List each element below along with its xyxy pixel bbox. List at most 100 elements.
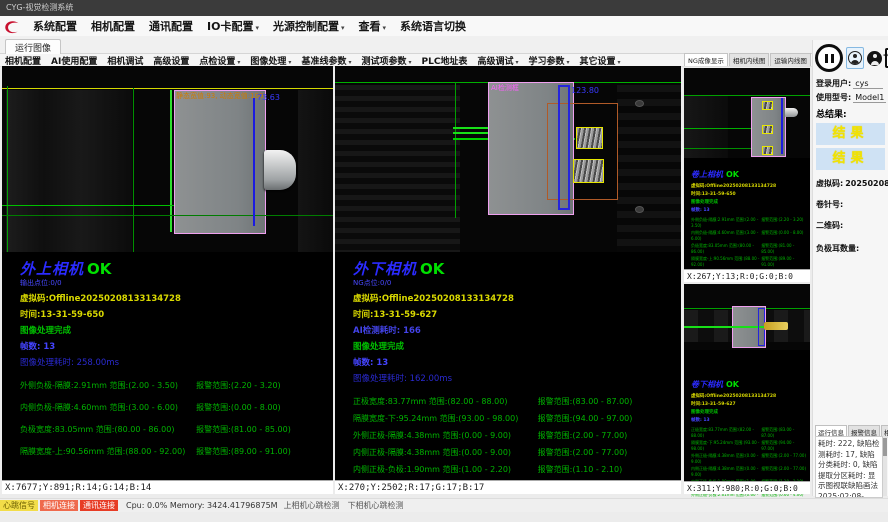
camera-result-text-middle: 外下相机OK NG点位:0/0 虚拟码:Offline2025020813313… <box>353 258 677 498</box>
measurement-rows: 正极宽度:83.77mm 范围:(82.00 - 88.00)报警范围:(83.… <box>353 396 677 492</box>
camera-image-mini-top[interactable] <box>684 68 810 158</box>
log-scrollbar-thumb[interactable] <box>883 438 887 456</box>
log-body[interactable]: 耗时: 222, 缺陷检测耗时: 17, 缺陷分类耗时: 0, 缺陷提取分区耗时… <box>815 436 883 498</box>
camera-image-middle[interactable]: AI检测框 123.80 <box>335 66 681 252</box>
camera-view-mini-top: 卷上相机OK 虚拟码:Offline20250208133134728 时间:1… <box>684 68 810 282</box>
app-window: CYG-视觉检测系统 系统配置相机配置通讯配置IO卡配置▾光源控制配置▾查看▾系… <box>0 0 888 522</box>
measurement-row: 内侧正极-隔膜:4.38mm 范围:(0.00 - 9.00)报警范围:(2.0… <box>691 466 808 477</box>
toolbar-item[interactable]: 其它设置▾ <box>575 54 626 67</box>
virtual-code-label: 虚拟码: <box>816 179 843 188</box>
alarm-range: 报警范围:(83.00 - 87.00) <box>761 427 808 438</box>
processing-done-label: 图像处理完成 <box>691 199 808 205</box>
menu-items: 系统配置相机配置通讯配置IO卡配置▾光源控制配置▾查看▾系统语言切换 <box>26 18 473 34</box>
measurement-value: 内侧正极-负极:1.90mm 范围:(1.00 - 2.20) <box>353 464 538 475</box>
heartbeat-label: 下相机心跳检测 <box>348 500 404 511</box>
virtual-code-label: 虚拟码:Offline20250208133134728 <box>353 292 677 304</box>
model-value[interactable]: Model1 <box>853 93 886 103</box>
electrode-tab-object <box>785 108 798 117</box>
toolbar-item[interactable]: PLC地址表 <box>417 54 473 67</box>
user-profile-button[interactable] <box>846 47 864 69</box>
toolbar-item[interactable]: 高级设置 <box>148 54 194 67</box>
menu-item[interactable]: 光源控制配置▾ <box>266 18 352 34</box>
machine-panel <box>6 90 132 252</box>
frame-count-label: 帧数: 13 <box>691 417 808 423</box>
toolbar-item[interactable]: 点检设置▾ <box>194 54 245 67</box>
measurement-value: 隔膜宽度-下:95.24mm 范围:(93.00 - 98.00) <box>353 413 538 424</box>
heartbeat-labels: 上相机心跳检测下相机心跳检测 <box>284 500 412 511</box>
mini-top-text: 卷上相机OK 虚拟码:Offline20250208133134728 时间:1… <box>691 162 808 269</box>
right-control-panel: 登录用户:cys 使用型号:Model1 总结果: 结果 结果 虚拟码:2025… <box>812 40 888 496</box>
measurement-row: 外侧正极-隔膜:4.38mm 范围:(0.00 - 9.00)报警范围:(2.0… <box>353 430 677 441</box>
toolbar-item[interactable]: 测试项参数▾ <box>356 54 416 67</box>
camera-title: 外上相机 <box>20 260 84 278</box>
menu-item[interactable]: 通讯配置 <box>142 18 200 34</box>
measure-green-line <box>2 205 174 206</box>
menu-item[interactable]: 系统配置 <box>26 18 84 34</box>
measure-green-line <box>2 215 333 216</box>
measurement-row: 内侧负极-隔膜:4.60mm 范围:(3.00 - 6.00)报警范围:(0.0… <box>20 402 329 413</box>
frame-count-label: 帧数: 13 <box>353 356 677 368</box>
qr-field: 二维码: <box>816 220 886 231</box>
log-scrollbar[interactable] <box>883 436 887 496</box>
virtual-code-label: 虚拟码:Offline20250208133134728 <box>691 183 808 189</box>
camera-image-left[interactable]: 静态宽值:93, 动态宽值:100 73.63 <box>2 66 333 252</box>
measurement-row: 正极宽度:83.77mm 范围:(82.00 - 88.00)报警范围:(83.… <box>353 396 677 407</box>
camera-title: 卷上相机 <box>691 170 723 179</box>
toolbar-item[interactable]: 相机调试 <box>102 54 148 67</box>
menu-item[interactable]: 相机配置 <box>84 18 142 34</box>
time-label: 时间:13-31-59-650 <box>691 191 808 197</box>
mini-view-tab[interactable]: 相机内线图 <box>729 53 770 66</box>
camera-image-mini-bottom[interactable] <box>684 284 810 350</box>
alarm-range: 报警范围:(2.00 - 77.00) <box>761 453 808 464</box>
toolbar-item[interactable]: 图像处理▾ <box>245 54 296 67</box>
alarm-range: 报警范围:(2.00 - 77.00) <box>538 430 677 441</box>
electrode-detect-box <box>762 101 773 110</box>
baseline-yellow-line <box>2 88 333 89</box>
toolbar-item[interactable]: 相机配置 <box>0 54 46 67</box>
alarm-range: 报警范围:(89.00 - 91.00) <box>761 256 808 267</box>
measurement-rows: 外侧负极-隔膜:2.91mm 范围:(2.00 - 3.50)报警范围:(2.2… <box>20 380 329 457</box>
toolbar-item[interactable]: 基准线参数▾ <box>296 54 356 67</box>
dropdown-arrow-icon: ▾ <box>618 59 621 66</box>
mini-view-tab[interactable]: NG成像显示 <box>684 53 728 66</box>
machine-panel <box>335 85 460 252</box>
pause-button[interactable] <box>815 44 843 72</box>
menu-item[interactable]: 查看▾ <box>351 18 393 34</box>
width-value-label: 静态宽值:93, 动态宽值:100 <box>176 91 263 101</box>
reference-green-line <box>455 82 456 218</box>
menu-item[interactable]: IO卡配置▾ <box>200 18 266 34</box>
camera-view-middle: AI检测框 123.80 外下相机OK NG点位:0/0 虚拟码:Offline… <box>335 66 681 494</box>
menu-item[interactable]: 系统语言切换 <box>393 18 473 34</box>
measure-blue-line <box>253 98 255 226</box>
alarm-range: 报警范围:(2.20 - 3.20) <box>196 380 329 391</box>
login-user-value[interactable]: cys <box>853 79 883 89</box>
toolbar-item[interactable]: 高级调试▾ <box>472 54 523 67</box>
measurement-value: 正极宽度:83.77mm 范围:(82.00 - 88.00) <box>691 427 761 438</box>
measure-green-line <box>453 127 493 129</box>
measure-value-label: 73.63 <box>257 93 280 102</box>
measure-green-line <box>453 132 493 134</box>
measurement-row: 内侧正极-隔膜:4.38mm 范围:(0.00 - 9.00)报警范围:(2.0… <box>353 447 677 458</box>
toolbar-item[interactable]: 学习参数▾ <box>523 54 574 67</box>
person-icon <box>848 51 862 65</box>
elapsed-label: 图像处理耗时: 258.00ms <box>20 356 329 368</box>
frame-count-label: 帧数: 13 <box>691 207 808 213</box>
camera-result-text-left: 外上相机OK 输出点位:0/0 虚拟码:Offline2025020813313… <box>20 258 329 468</box>
alarm-range: 报警范围:(89.00 - 91.00) <box>196 446 329 457</box>
status-badge: 心跳信号 <box>0 500 38 511</box>
pixel-status-middle: X:270;Y:2502;R:17;G:17;B:17 <box>335 480 681 494</box>
dropdown-arrow-icon: ▾ <box>348 59 351 66</box>
app-logo-icon <box>4 19 21 33</box>
alarm-range: 报警范围:(0.00 - 8.00) <box>196 402 329 413</box>
toolbar-item[interactable]: AI使用配置 <box>46 54 102 67</box>
dropdown-arrow-icon: ▾ <box>408 59 411 66</box>
dropdown-arrow-icon: ▾ <box>288 59 291 66</box>
window-titlebar: CYG-视觉检测系统 <box>0 0 888 16</box>
dropdown-arrow-icon: ▾ <box>515 59 518 66</box>
frame-count-label: 帧数: 13 <box>20 340 329 352</box>
mini-view-tab[interactable]: 运输内线图 <box>770 53 811 66</box>
user-settings-button[interactable] <box>867 51 882 66</box>
pixel-status-mini-bottom: X:311;Y:980;R:0;G:0;B:0 <box>684 481 810 494</box>
camera-view-left: 静态宽值:93, 动态宽值:100 73.63 外上相机OK 输出点位:0/0 … <box>2 66 333 494</box>
mini-view-tabs: NG成像显示相机内线图运输内线图 <box>684 53 810 66</box>
